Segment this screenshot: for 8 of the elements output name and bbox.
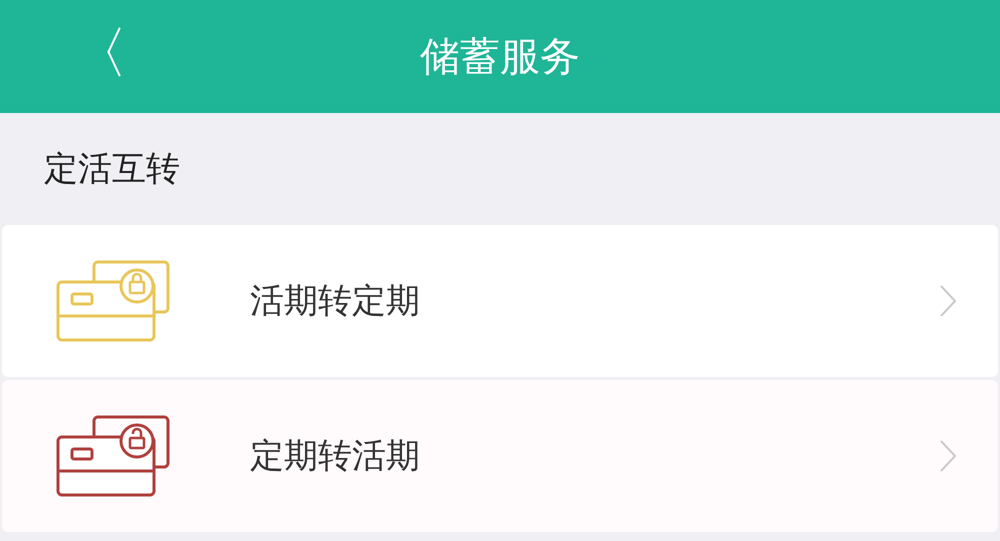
- page-title: 储蓄服务: [420, 32, 580, 82]
- chevron-right-icon: [938, 283, 958, 319]
- chevron-right-icon: [938, 438, 958, 474]
- list-item[interactable]: 活期转定期: [2, 225, 998, 377]
- list-item[interactable]: 定期转活期: [2, 380, 998, 532]
- item-label: 定期转活期: [250, 434, 420, 478]
- section-title: 定活互转: [44, 148, 180, 190]
- item-label: 活期转定期: [250, 280, 420, 322]
